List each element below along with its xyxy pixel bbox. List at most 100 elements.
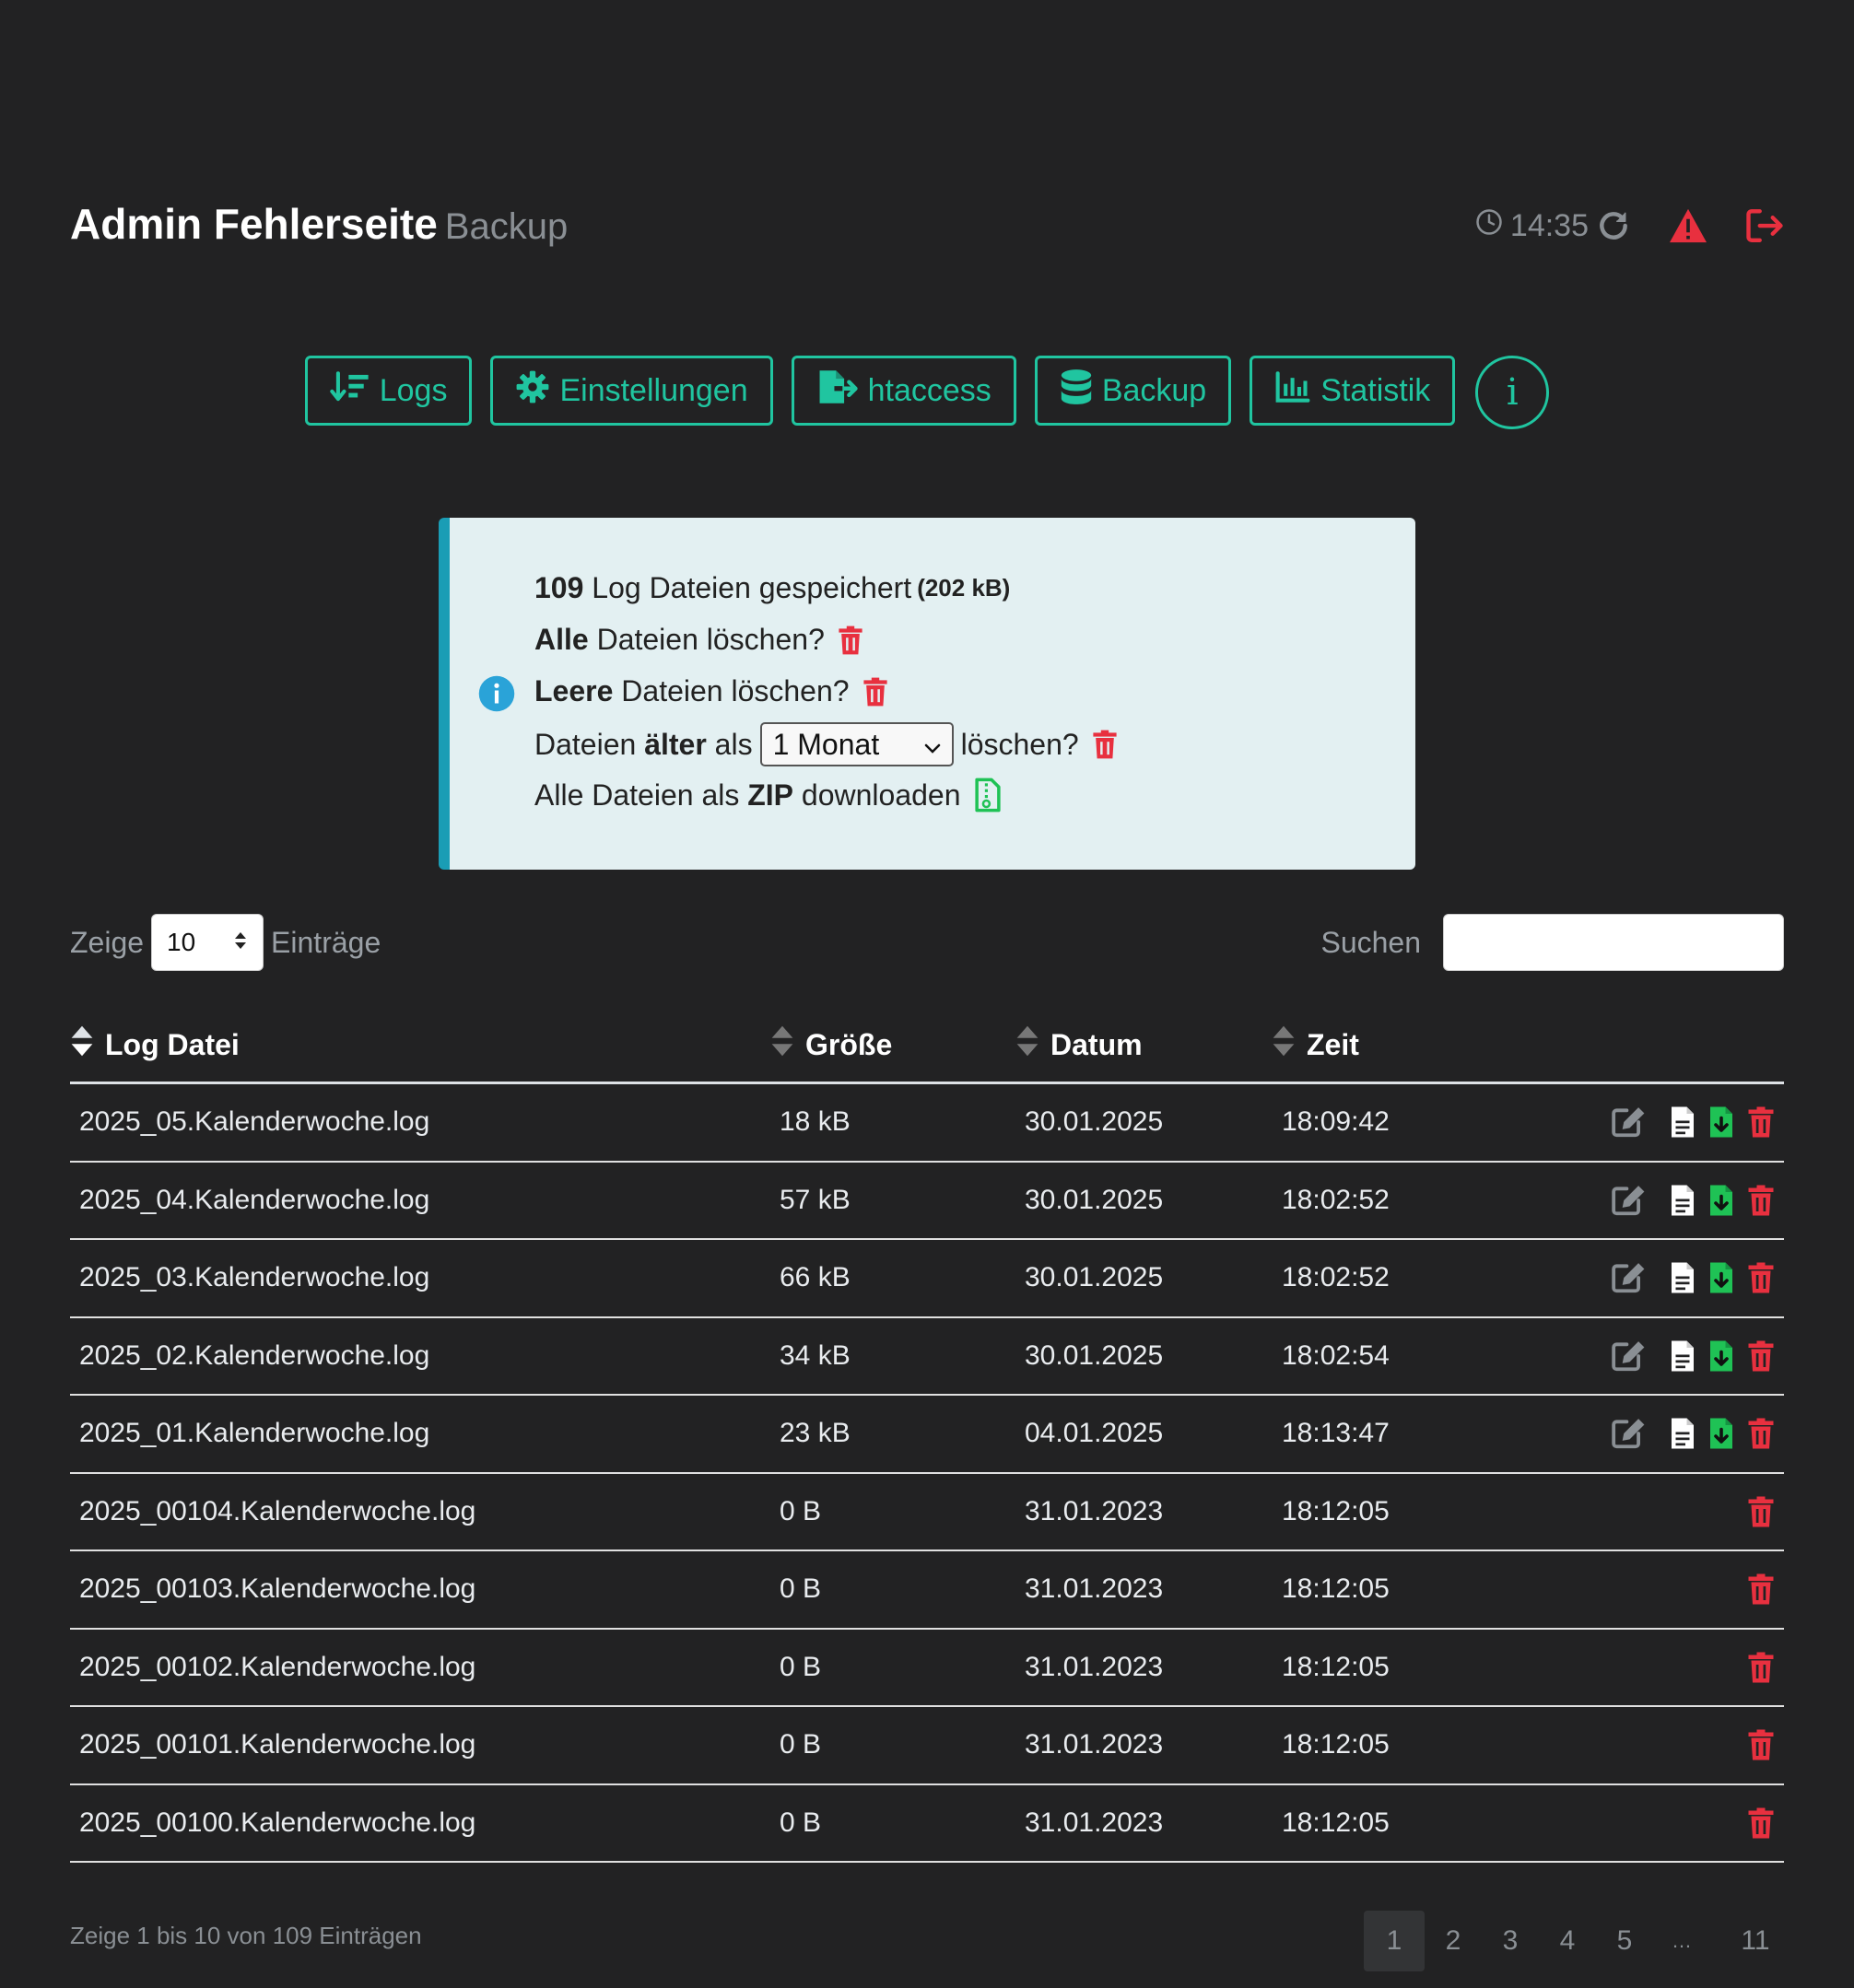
cell-date: 30.01.2025 bbox=[1025, 1339, 1164, 1371]
nav-settings-button[interactable]: Einstellungen bbox=[490, 356, 773, 426]
nav-backup-button[interactable]: Backup bbox=[1034, 356, 1232, 426]
col-header-size[interactable]: Größe bbox=[770, 1008, 892, 1082]
row-actions bbox=[1611, 1163, 1775, 1238]
sort-icon bbox=[1015, 1024, 1039, 1065]
page-length-value: 10 bbox=[167, 928, 196, 956]
nav-stats-button[interactable]: Statistik bbox=[1250, 356, 1456, 426]
file-text-icon[interactable] bbox=[1670, 1184, 1696, 1217]
older-post-text: löschen? bbox=[960, 727, 1079, 761]
search-input[interactable] bbox=[1443, 914, 1784, 971]
nav-logs-button[interactable]: Logs bbox=[304, 356, 473, 426]
page-button[interactable]: 1 bbox=[1364, 1911, 1425, 1971]
page-ellipsis: … bbox=[1672, 1929, 1692, 1952]
delete-older-line: Dateien älter als 1 Monat löschen? bbox=[534, 722, 1118, 766]
delete-older-trash-icon[interactable] bbox=[1092, 730, 1118, 759]
age-select-value: 1 Monat bbox=[772, 727, 880, 761]
row-actions bbox=[1747, 1630, 1775, 1705]
older-pre-text: Dateien bbox=[534, 727, 637, 761]
table-row: 2025_00102.Kalenderwoche.log 0 B 31.01.202… bbox=[70, 1630, 1784, 1707]
trash-icon[interactable] bbox=[1747, 1106, 1775, 1138]
row-actions bbox=[1611, 1396, 1775, 1471]
title-text: Admin Fehlerseite bbox=[70, 200, 438, 248]
nav-logs-label: Logs bbox=[379, 372, 448, 408]
trash-icon[interactable] bbox=[1747, 1185, 1775, 1216]
sort-icon bbox=[770, 1024, 794, 1065]
page-button[interactable]: 3 bbox=[1482, 1911, 1539, 1971]
info-circle-icon bbox=[477, 674, 516, 718]
edit-icon[interactable] bbox=[1611, 1105, 1646, 1139]
search-control: Suchen bbox=[1320, 914, 1784, 971]
search-label: Suchen bbox=[1320, 925, 1421, 959]
cell-time: 18:13:47 bbox=[1282, 1418, 1390, 1448]
cell-size: 66 kB bbox=[780, 1262, 851, 1292]
file-download-icon[interactable] bbox=[1708, 1417, 1734, 1450]
table-row: 2025_01.Kalenderwoche.log 23 kB 04.01.2025… bbox=[70, 1396, 1784, 1474]
file-download-icon[interactable] bbox=[1708, 1105, 1734, 1139]
trash-icon[interactable] bbox=[1747, 1496, 1775, 1527]
edit-icon[interactable] bbox=[1611, 1417, 1646, 1450]
cell-time: 18:09:42 bbox=[1282, 1106, 1390, 1137]
header-actions: 14:35 bbox=[1475, 203, 1784, 249]
trash-icon[interactable] bbox=[1747, 1340, 1775, 1372]
col-header-time[interactable]: Zeit bbox=[1272, 1008, 1359, 1082]
sort-updown-icon bbox=[233, 928, 248, 957]
page-button[interactable]: 2 bbox=[1425, 1911, 1482, 1971]
warning-icon[interactable] bbox=[1668, 207, 1708, 244]
trash-icon[interactable] bbox=[1747, 1573, 1775, 1605]
file-zip-icon[interactable] bbox=[974, 778, 1002, 813]
logout-icon[interactable] bbox=[1745, 207, 1784, 244]
trash-icon[interactable] bbox=[1747, 1652, 1775, 1683]
trash-icon[interactable] bbox=[1747, 1262, 1775, 1293]
cell-size: 0 B bbox=[780, 1495, 822, 1526]
edit-icon[interactable] bbox=[1611, 1261, 1646, 1294]
cell-file: 2025_01.Kalenderwoche.log bbox=[79, 1418, 430, 1448]
cell-date: 31.01.2023 bbox=[1025, 1495, 1164, 1526]
cell-time: 18:02:52 bbox=[1282, 1262, 1390, 1292]
entries-label: Einträge bbox=[271, 925, 381, 959]
trash-icon[interactable] bbox=[1747, 1807, 1775, 1839]
table-row: 2025_00103.Kalenderwoche.log 0 B 31.01.202… bbox=[70, 1551, 1784, 1630]
log-table: Log Datei Größe Datum Zeit 2025_05.Kalen… bbox=[70, 1008, 1784, 1863]
file-download-icon[interactable] bbox=[1708, 1261, 1734, 1294]
file-text-icon[interactable] bbox=[1670, 1339, 1696, 1373]
col-header-date[interactable]: Datum bbox=[1015, 1008, 1143, 1082]
sort-amount-down-icon bbox=[330, 370, 370, 412]
cell-date: 31.01.2023 bbox=[1025, 1807, 1164, 1838]
col-header-file[interactable]: Log Datei bbox=[70, 1008, 240, 1082]
file-download-icon[interactable] bbox=[1708, 1184, 1734, 1217]
page-button[interactable]: 4 bbox=[1539, 1911, 1596, 1971]
page-button[interactable]: 5 bbox=[1596, 1911, 1653, 1971]
delete-empty-trash-icon[interactable] bbox=[862, 677, 888, 707]
edit-icon[interactable] bbox=[1611, 1339, 1646, 1373]
cell-file: 2025_00100.Kalenderwoche.log bbox=[79, 1807, 476, 1838]
nav-htaccess-button[interactable]: htaccess bbox=[791, 356, 1016, 426]
table-row: 2025_04.Kalenderwoche.log 57 kB 30.01.2025… bbox=[70, 1163, 1784, 1240]
cell-file: 2025_02.Kalenderwoche.log bbox=[79, 1339, 430, 1371]
info-button-icon: i bbox=[1506, 371, 1519, 414]
nav-htaccess-label: htaccess bbox=[867, 372, 992, 408]
refresh-icon[interactable] bbox=[1596, 208, 1631, 243]
cell-date: 31.01.2023 bbox=[1025, 1651, 1164, 1682]
zip-bold: ZIP bbox=[747, 778, 794, 812]
delete-all-trash-icon[interactable] bbox=[838, 626, 863, 655]
cell-size: 34 kB bbox=[780, 1339, 851, 1371]
trash-icon[interactable] bbox=[1747, 1418, 1775, 1449]
info-button[interactable]: i bbox=[1475, 356, 1550, 429]
page-button[interactable]: 11 bbox=[1727, 1911, 1784, 1971]
cell-file: 2025_00103.Kalenderwoche.log bbox=[79, 1573, 476, 1604]
cell-date: 31.01.2023 bbox=[1025, 1573, 1164, 1604]
edit-icon[interactable] bbox=[1611, 1184, 1646, 1217]
table-row: 2025_00104.Kalenderwoche.log 0 B 31.01.202… bbox=[70, 1474, 1784, 1551]
page-title: Admin Fehlerseite Backup bbox=[70, 199, 568, 249]
file-text-icon[interactable] bbox=[1670, 1261, 1696, 1294]
file-text-icon[interactable] bbox=[1670, 1417, 1696, 1450]
age-select[interactable]: 1 Monat bbox=[759, 722, 954, 766]
page-length-select[interactable]: 10 bbox=[151, 914, 264, 971]
row-actions bbox=[1747, 1707, 1775, 1783]
file-text-icon[interactable] bbox=[1670, 1105, 1696, 1139]
cell-time: 18:12:05 bbox=[1282, 1807, 1390, 1838]
clock-icon bbox=[1475, 208, 1503, 244]
file-download-icon[interactable] bbox=[1708, 1339, 1734, 1373]
row-actions bbox=[1611, 1240, 1775, 1316]
trash-icon[interactable] bbox=[1747, 1729, 1775, 1760]
